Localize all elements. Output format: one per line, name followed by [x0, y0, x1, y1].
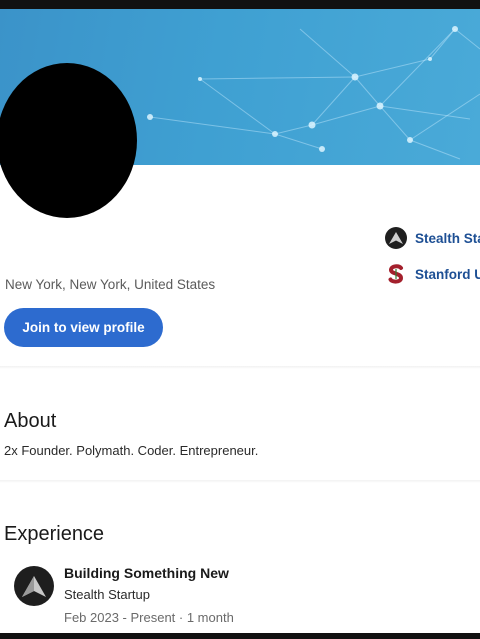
sidebar-item-stealth[interactable]: Stealth Sta	[385, 226, 480, 250]
experience-item-dates: Feb 2023 - Present · 1 month	[64, 610, 234, 625]
top-edge-bar	[0, 0, 480, 9]
profile-location: New York, New York, United States	[5, 277, 216, 292]
bottom-edge-bar	[0, 633, 480, 639]
stanford-logo-icon	[385, 263, 407, 285]
sidebar-item-label: Stanford U	[415, 266, 480, 282]
experience-heading: Experience	[4, 523, 105, 545]
experience-item-company[interactable]: Stealth Startup	[64, 587, 150, 602]
stealth-logo-icon[interactable]	[14, 566, 54, 606]
sidebar-item-stanford[interactable]: Stanford U	[385, 262, 480, 286]
join-to-view-profile-button[interactable]: Join to view profile	[4, 308, 163, 347]
avatar	[0, 63, 137, 218]
section-divider	[0, 366, 480, 369]
about-text: 2x Founder. Polymath. Coder. Entrepreneu…	[4, 443, 259, 458]
about-heading: About	[4, 410, 57, 432]
stealth-logo-icon	[385, 227, 407, 249]
section-divider	[0, 480, 480, 483]
experience-item-title[interactable]: Building Something New	[64, 565, 229, 581]
sidebar-item-label: Stealth Sta	[415, 230, 480, 246]
